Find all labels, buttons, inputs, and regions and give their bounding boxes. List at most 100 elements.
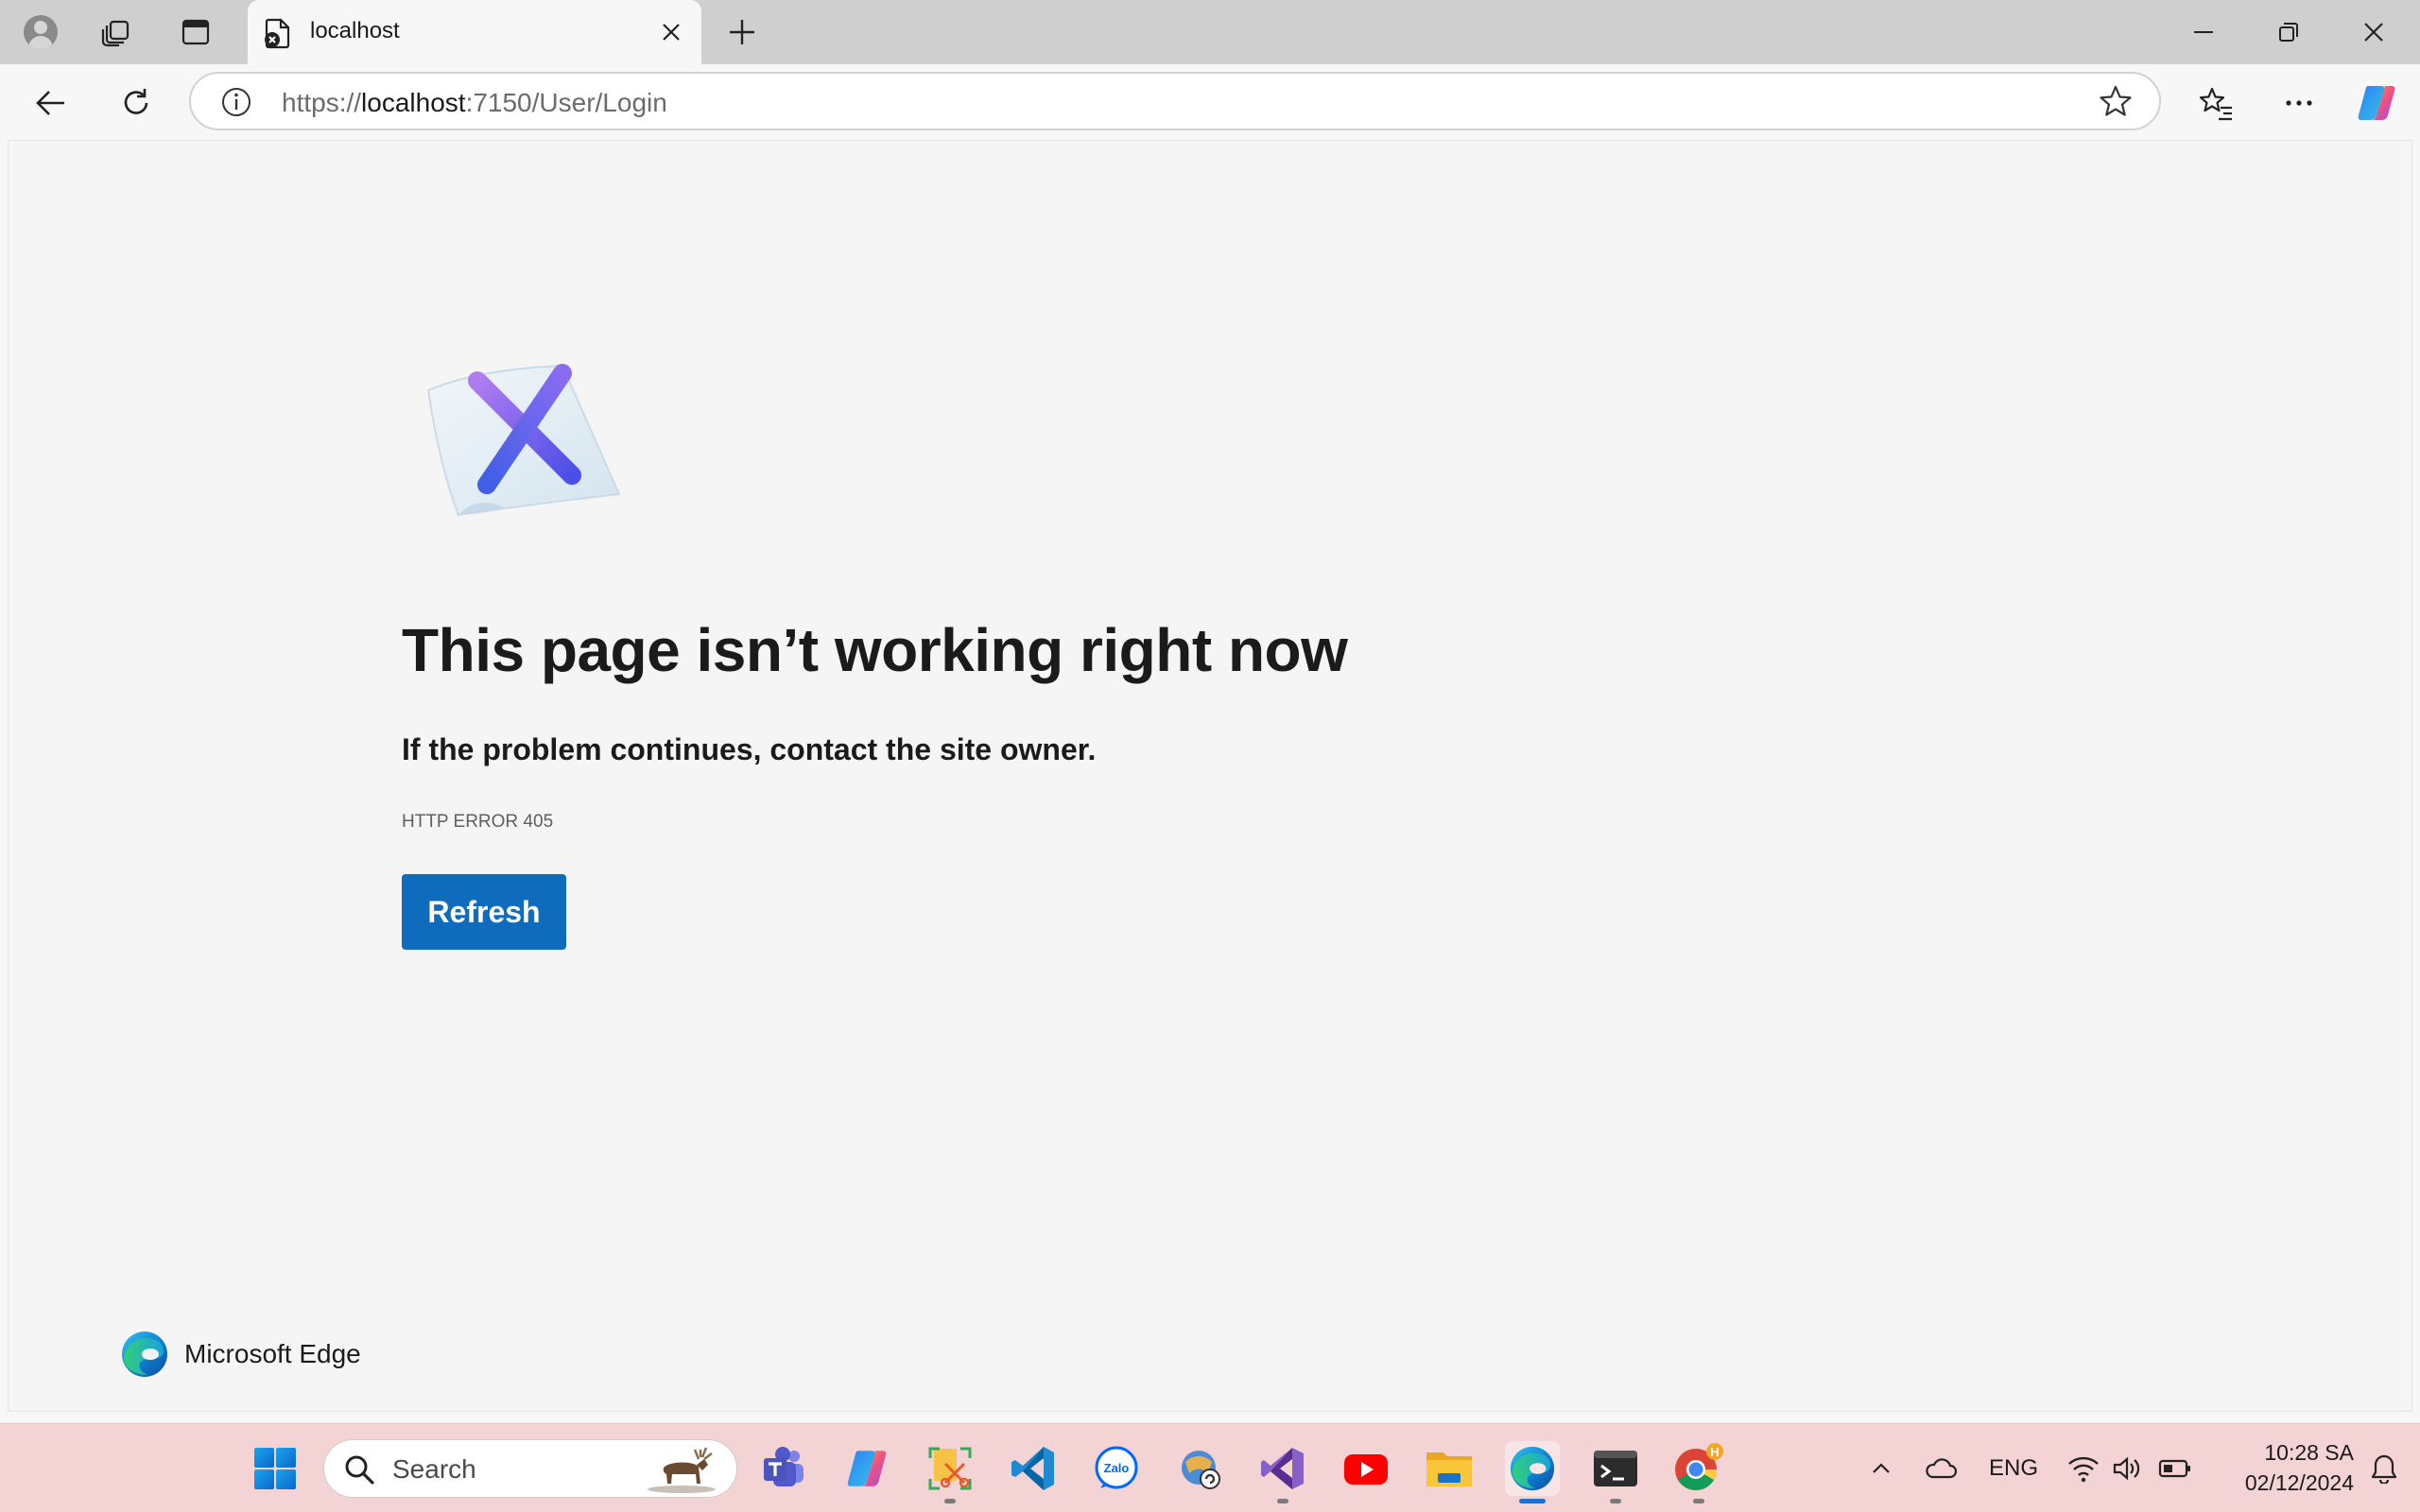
search-highlight-moose-icon (648, 1447, 716, 1493)
taskbar-snipping-tool[interactable] (923, 1441, 977, 1503)
snipping-tool-icon (928, 1447, 972, 1490)
notifications-button[interactable] (2363, 1447, 2405, 1490)
start-button[interactable] (248, 1441, 302, 1496)
profile-avatar-icon (24, 15, 58, 49)
address-bar[interactable]: https://localhost:7150/User/Login (189, 72, 2161, 130)
teams-icon (764, 1447, 804, 1486)
error-subtext: If the problem continues, contact the si… (402, 732, 1097, 766)
taskbar-vscode[interactable] (1006, 1441, 1061, 1496)
minimize-button[interactable] (2161, 0, 2246, 64)
url-scheme: https:// (282, 88, 362, 117)
taskbar-terminal[interactable] (1588, 1441, 1643, 1503)
url-host: localhost (361, 88, 466, 117)
refresh-button[interactable]: Refresh (402, 874, 566, 950)
youtube-icon (1344, 1454, 1388, 1485)
refresh-icon (124, 89, 148, 114)
copilot-icon (847, 1451, 887, 1486)
running-indicator (1610, 1499, 1621, 1503)
taskbar-visual-studio[interactable] (1255, 1441, 1310, 1503)
taskbar-search[interactable]: Search (323, 1439, 737, 1498)
taskbar-edge[interactable] (1505, 1441, 1560, 1503)
taskbar-clock[interactable]: 10:28 SA 02/12/2024 (2212, 1437, 2354, 1498)
url-path: :7150/User/Login (465, 88, 667, 117)
profile-button[interactable] (17, 9, 64, 55)
brand-name: Microsoft Edge (184, 1339, 361, 1368)
visual-studio-icon (1261, 1448, 1304, 1489)
taskbar-unikey[interactable] (1172, 1441, 1227, 1496)
more-options-icon (2286, 100, 2312, 106)
title-bar: localhost (0, 0, 2420, 64)
taskbar-file-explorer[interactable] (1422, 1441, 1477, 1496)
browser-toolbar: https://localhost:7150/User/Login (0, 64, 2420, 140)
windows-start-icon (254, 1448, 296, 1489)
reload-button[interactable] (110, 79, 163, 127)
vscode-icon (1011, 1447, 1054, 1490)
taskbar-copilot[interactable] (839, 1441, 894, 1496)
running-indicator (1693, 1499, 1704, 1503)
terminal-icon (1594, 1451, 1637, 1486)
search-icon (345, 1455, 374, 1485)
battery-button[interactable] (2152, 1447, 2199, 1490)
restore-icon (2279, 23, 2298, 42)
close-icon (2364, 23, 2383, 42)
favorites-button[interactable] (2189, 79, 2242, 127)
url-text[interactable]: https://localhost:7150/User/Login (282, 88, 667, 118)
zalo-label: Zalo (1104, 1461, 1130, 1475)
back-button[interactable] (25, 79, 78, 127)
page-error-icon (265, 18, 290, 49)
volume-button[interactable] (2106, 1447, 2148, 1490)
settings-menu-button[interactable] (2273, 79, 2325, 127)
arrow-left-icon (36, 91, 64, 115)
zalo-icon: Zalo (1095, 1446, 1138, 1489)
wifi-icon (2068, 1456, 2099, 1483)
workspaces-button[interactable] (93, 9, 140, 55)
restore-button[interactable] (2246, 0, 2331, 64)
tab-localhost[interactable]: localhost (248, 0, 701, 64)
page-content: This page isn’t working right now If the… (8, 140, 2412, 1412)
clock-time: 10:28 SA (2264, 1440, 2354, 1465)
error-page-x-icon (426, 364, 621, 517)
show-hidden-icons-button[interactable] (1862, 1447, 1900, 1490)
close-icon (663, 24, 680, 41)
search-placeholder: Search (392, 1454, 476, 1484)
svg-text:H: H (1710, 1445, 1719, 1459)
taskbar-youtube[interactable] (1339, 1441, 1393, 1496)
tab-close-button[interactable] (652, 13, 690, 51)
file-explorer-icon (1426, 1452, 1472, 1486)
wifi-button[interactable] (2063, 1447, 2104, 1490)
edge-logo-icon (122, 1332, 167, 1377)
close-window-button[interactable] (2331, 0, 2416, 64)
running-indicator (944, 1499, 956, 1503)
speaker-icon (2113, 1456, 2140, 1481)
clock-date: 02/12/2024 (2244, 1470, 2354, 1495)
taskbar-zalo[interactable]: Zalo (1089, 1441, 1144, 1496)
taskbar-chrome[interactable]: H (1671, 1441, 1726, 1503)
input-language[interactable]: ENG (1985, 1447, 2042, 1490)
copilot-button[interactable] (2350, 79, 2403, 127)
taskbar-teams[interactable] (756, 1441, 811, 1496)
vertical-tabs-button[interactable] (172, 9, 219, 55)
taskbar: Search Zalo H ENG 10:28 SA 02/12/2024 (0, 1423, 2420, 1512)
chrome-icon: H (1675, 1443, 1723, 1490)
bell-icon (2371, 1454, 2397, 1484)
workspaces-icon (101, 20, 130, 47)
onedrive-button[interactable] (1917, 1447, 1964, 1490)
tab-title: localhost (310, 18, 400, 43)
cloud-icon (1926, 1458, 1958, 1479)
http-error-code: HTTP ERROR 405 (402, 812, 554, 832)
new-tab-button[interactable] (718, 9, 766, 55)
favorites-icon (2199, 87, 2232, 121)
copilot-icon (2358, 86, 2395, 120)
chevron-up-icon (1873, 1463, 1890, 1473)
unikey-icon (1182, 1451, 1220, 1489)
running-indicator (1277, 1499, 1288, 1503)
plus-icon (730, 20, 754, 44)
tab-actions-icon (182, 19, 210, 45)
active-indicator (1519, 1499, 1546, 1503)
site-info-icon[interactable] (219, 85, 253, 119)
error-heading: This page isn’t working right now (402, 616, 1348, 684)
edge-icon (1510, 1446, 1555, 1491)
battery-icon (2158, 1459, 2190, 1478)
favorite-star-icon[interactable] (2097, 83, 2135, 121)
minimize-icon (2194, 31, 2213, 33)
